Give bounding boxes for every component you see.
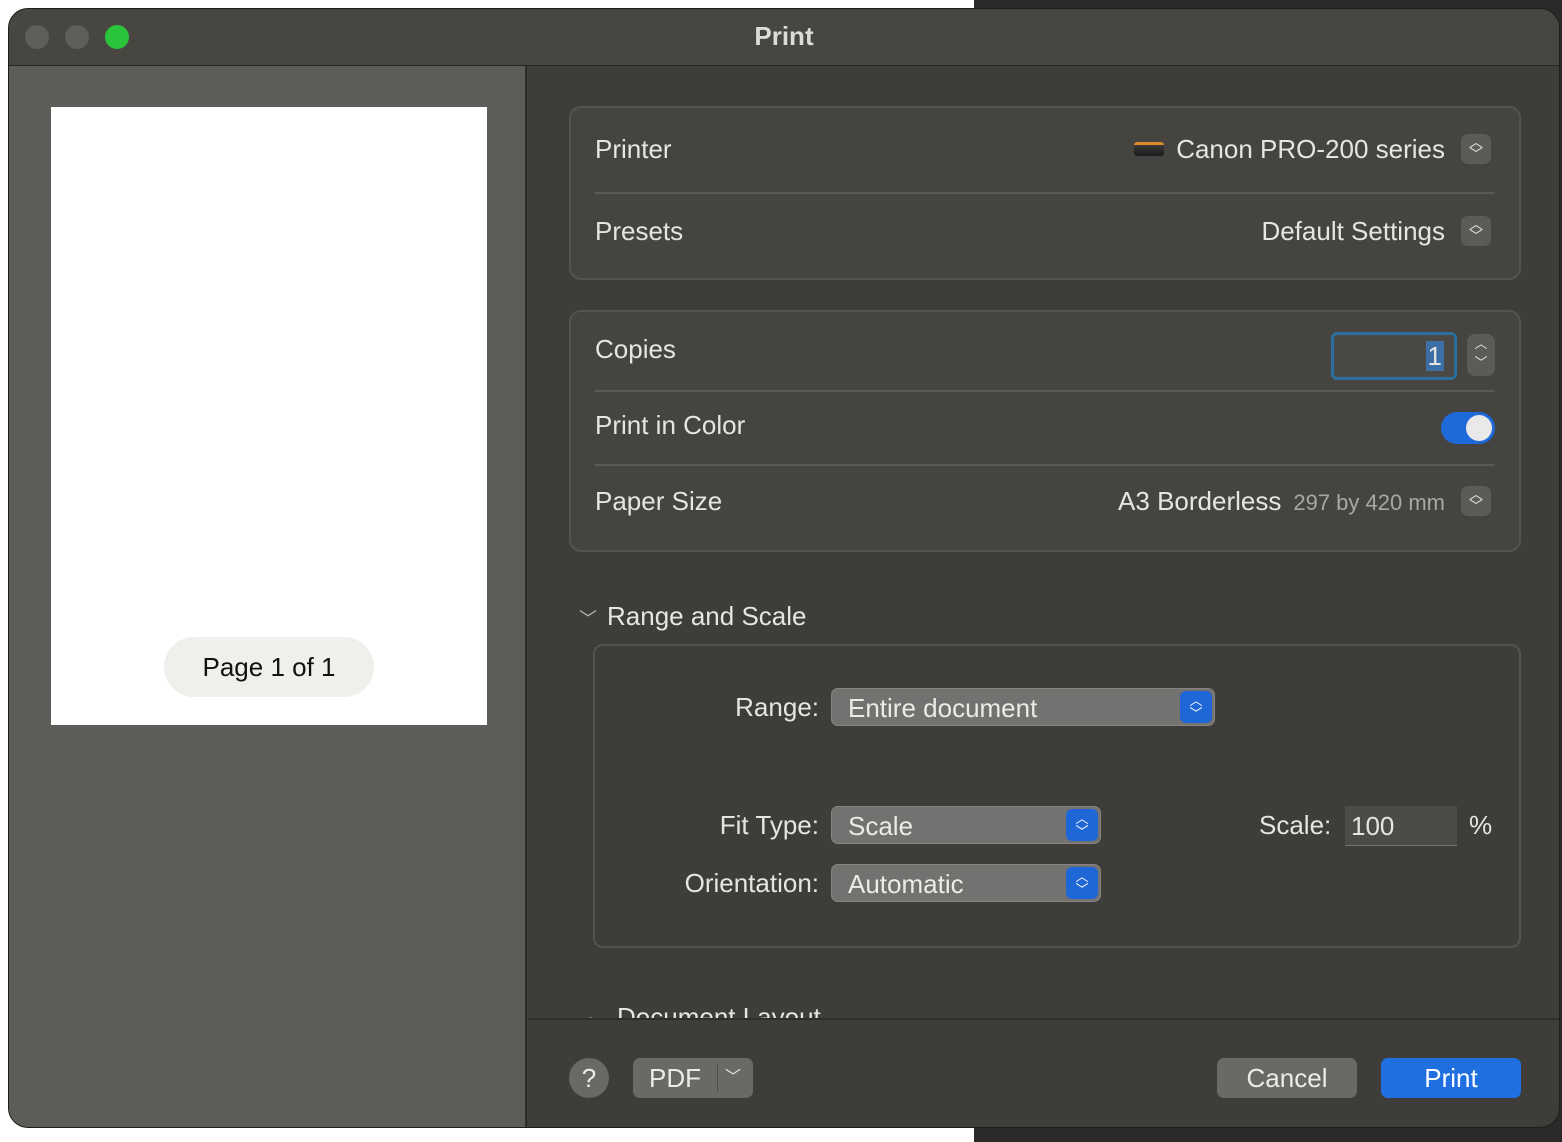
fit-type-select[interactable]: Scale ︿ ﹀ [831,806,1101,844]
fit-type-value: Scale [848,811,914,841]
fit-type-select-arrows-icon: ︿ ﹀ [1066,809,1098,841]
range-and-scale-disclosure[interactable]: ﹀ Range and Scale [579,601,806,632]
presets-row: Presets Default Settings ︿ ﹀ [595,216,1495,252]
scale-unit: % [1469,810,1493,840]
divider [595,390,1495,392]
paper-size-value: A3 Borderless [1118,486,1282,516]
printer-icon [1134,142,1165,157]
range-label: Range: [735,692,819,722]
print-dialog-window: Print Page 1 of 1 Printer Canon PRO-200 … [8,8,1560,1128]
printer-popup-arrows-icon[interactable]: ︿ ﹀ [1461,134,1491,164]
divider [717,1064,718,1092]
document-layout-disclosure[interactable]: ›Document Layout [589,1004,821,1018]
printer-label: Printer [595,134,672,164]
range-select-arrows-icon: ︿ ﹀ [1180,691,1212,723]
range-select[interactable]: Entire document ︿ ﹀ [831,688,1215,726]
help-button[interactable]: ? [569,1058,609,1098]
page-indicator: Page 1 of 1 [164,637,374,697]
fit-type-label: Fit Type: [719,810,819,840]
divider [595,192,1495,194]
copies-stepper[interactable]: ︿ ﹀ [1467,334,1495,376]
presets-label: Presets [595,216,684,246]
orientation-select[interactable]: Automatic ︿ ﹀ [831,864,1101,902]
scale-input[interactable]: 100 [1345,806,1457,846]
chevron-down-icon[interactable]: ﹀ [725,1058,741,1098]
orientation-value: Automatic [848,869,964,899]
paper-size-row: Paper Size A3 Borderless 297 by 420 mm ︿ ﹀ [595,486,1495,522]
paper-size-popup[interactable]: A3 Borderless 297 by 420 mm [1118,486,1445,517]
copies-paper-group: Copies 1 ︿ ﹀ Print in Color Paper Size A3… [569,310,1521,552]
range-value: Entire document [848,693,1038,723]
printer-value: Canon PRO-200 series [1176,134,1445,164]
print-in-color-label: Print in Color [595,410,746,440]
chevron-right-icon: › [589,1007,617,1018]
printer-row: Printer Canon PRO-200 series ︿ ﹀ [595,134,1495,170]
presets-popup-arrows-icon[interactable]: ︿ ﹀ [1461,216,1491,246]
preview-sidebar: Page 1 of 1 [9,66,527,1127]
pdf-label: PDF [649,1063,701,1093]
page-preview: Page 1 of 1 [51,107,487,725]
paper-size-popup-arrows-icon[interactable]: ︿ ﹀ [1461,486,1491,516]
orientation-label: Orientation: [684,868,819,898]
presets-popup[interactable]: Default Settings [1261,216,1445,247]
print-button[interactable]: Print [1381,1058,1521,1098]
printer-presets-group: Printer Canon PRO-200 series ︿ ﹀ Presets … [569,106,1521,280]
paper-size-dimensions: 297 by 420 mm [1293,490,1445,515]
document-layout-title: Document Layout [617,1004,821,1018]
toggle-knob [1466,415,1492,441]
window-title: Print [754,21,814,51]
chevron-down-icon: ﹀ [579,609,597,629]
pdf-menu-button[interactable]: PDF ﹀ [633,1058,753,1098]
copies-input[interactable]: 1 [1331,332,1457,380]
range-and-scale-panel: Range: Entire document ︿ ﹀ Fit Type: Scal… [593,644,1521,948]
cancel-button[interactable]: Cancel [1217,1058,1357,1098]
print-settings-panel: Printer Canon PRO-200 series ︿ ﹀ Presets … [529,66,1559,1127]
paper-size-label: Paper Size [595,486,723,516]
dialog-footer: ? PDF ﹀ Cancel Print [529,1018,1559,1127]
print-in-color-toggle[interactable] [1441,412,1495,444]
orientation-select-arrows-icon: ︿ ﹀ [1066,867,1098,899]
range-and-scale-title: Range and Scale [607,601,807,631]
copies-label: Copies [595,334,676,364]
divider [595,464,1495,466]
titlebar: Print [9,9,1559,66]
printer-popup[interactable]: Canon PRO-200 series [1134,134,1445,165]
scale-label: Scale: [1259,810,1332,840]
